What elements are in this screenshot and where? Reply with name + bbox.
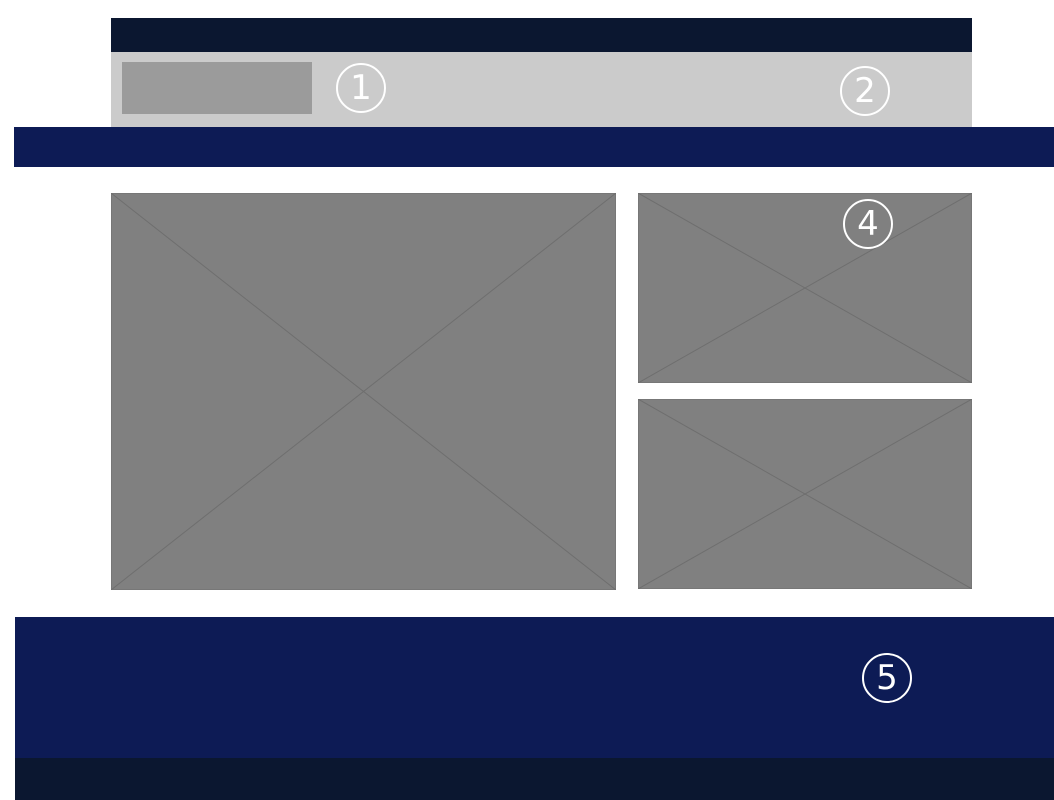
marker-footer: 5: [862, 653, 912, 703]
main-image-placeholder: [111, 193, 616, 590]
side-image-top-placeholder: [638, 193, 972, 383]
top-bar: [111, 18, 972, 52]
footer-bottom: [15, 758, 1054, 800]
logo-block[interactable]: [122, 62, 312, 114]
marker-logo-area: 1: [336, 63, 386, 113]
marker-header-right: 2: [840, 66, 890, 116]
nav-band[interactable]: [14, 127, 1054, 167]
side-image-bottom-placeholder: [638, 399, 972, 589]
marker-side-top-image: 4: [843, 199, 893, 249]
